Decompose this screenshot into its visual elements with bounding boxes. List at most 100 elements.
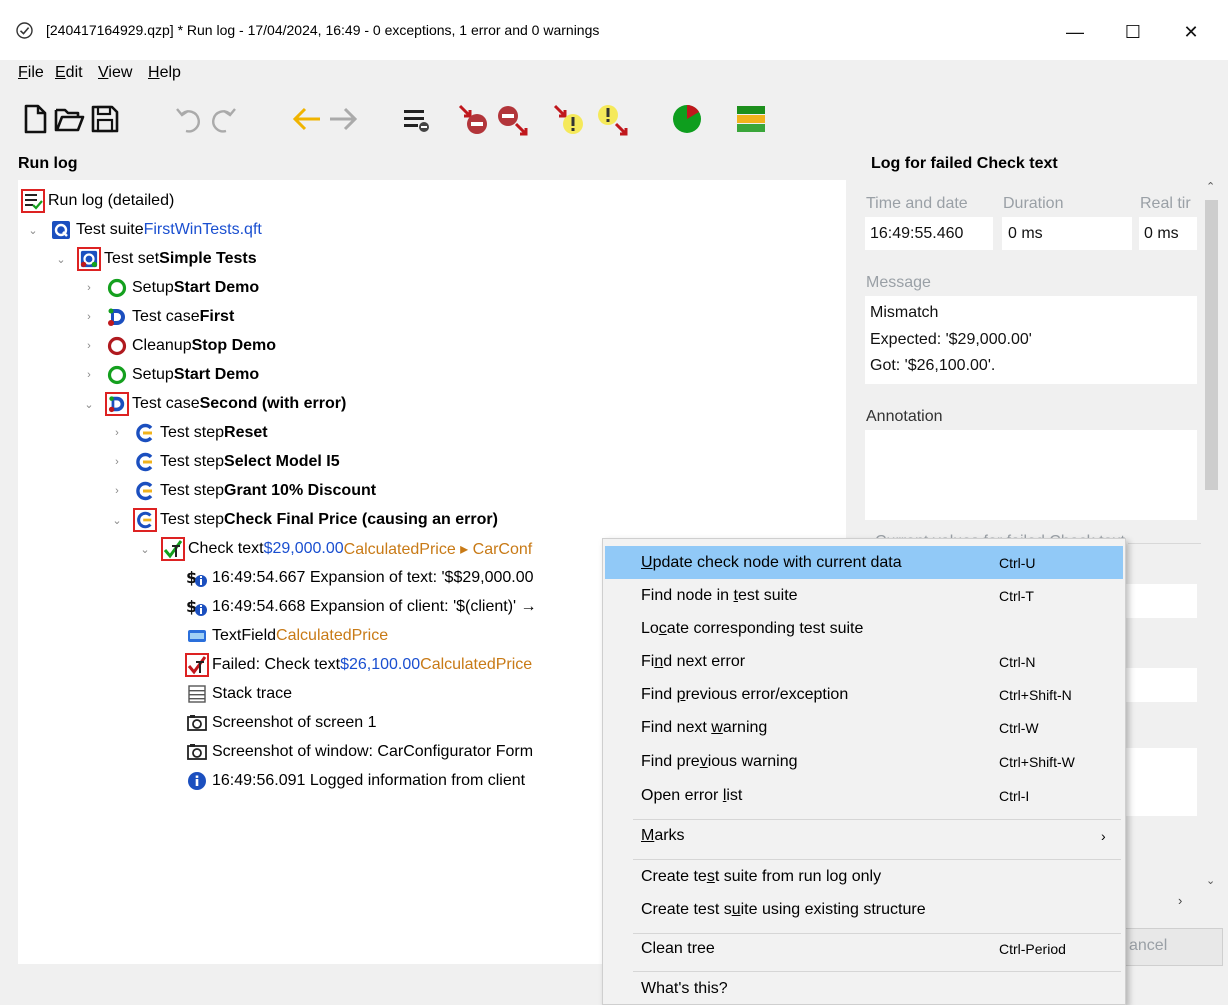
current-value-field[interactable] xyxy=(1120,584,1197,618)
tree-label: Run log (detailed) xyxy=(48,192,175,209)
forward-arrow-icon[interactable] xyxy=(326,102,360,136)
close-button[interactable]: ✕ xyxy=(1168,14,1214,50)
tree-row-setup-2[interactable]: › Setup Start Demo xyxy=(82,362,259,388)
chevron-down-icon[interactable]: ⌄ xyxy=(82,398,96,411)
close-icon: ✕ xyxy=(1183,21,1199,42)
realtime-value: 0 ms xyxy=(1144,225,1179,242)
annotation-field[interactable] xyxy=(865,430,1197,520)
suite-file-link: FirstWinTests.qft xyxy=(143,221,262,238)
open-folder-icon[interactable] xyxy=(52,102,86,136)
chevron-down-icon[interactable]: ⌄ xyxy=(54,253,68,266)
tree-row-step-select-model[interactable]: › Test step Select Model I5 xyxy=(110,449,340,475)
new-file-icon[interactable] xyxy=(18,102,52,136)
camera-icon xyxy=(186,712,208,734)
pie-chart-icon[interactable] xyxy=(670,102,704,136)
notes-field[interactable] xyxy=(1120,748,1197,816)
previous-warning-icon[interactable] xyxy=(594,102,628,136)
tree-row-logged-info[interactable]: 16:49:56.091 Logged information from cli… xyxy=(186,768,525,794)
expected-value-field[interactable] xyxy=(1120,668,1197,702)
realtime-label: Real tir xyxy=(1140,195,1191,212)
maximize-button[interactable]: ☐ xyxy=(1110,14,1156,50)
setup-icon xyxy=(106,277,128,299)
menu-view[interactable]: View xyxy=(98,64,132,82)
vertical-scrollbar[interactable]: ⌃ ⌄ xyxy=(1201,180,1222,905)
tree-row-test-suite[interactable]: ⌄ Test suite FirstWinTests.qft xyxy=(26,217,262,243)
test-step-icon xyxy=(134,451,156,473)
tree-row-stack-trace[interactable]: Stack trace xyxy=(186,681,292,707)
undo-icon[interactable] xyxy=(172,102,206,136)
menu-find-previous-error[interactable]: Find previous error/exception Ctrl+Shift… xyxy=(605,678,1123,711)
menu-help[interactable]: Help xyxy=(148,64,181,82)
scrollbar-thumb[interactable] xyxy=(1205,200,1218,490)
chevron-right-icon[interactable]: › xyxy=(82,282,96,294)
menu-update-check-node[interactable]: Update check node with current data Ctrl… xyxy=(605,546,1123,579)
previous-error-icon[interactable] xyxy=(494,102,528,136)
next-error-icon[interactable] xyxy=(456,102,490,136)
chevron-down-icon[interactable]: ⌄ xyxy=(138,543,152,556)
time-value: 16:49:55.460 xyxy=(870,225,964,242)
scroll-up-icon[interactable]: ⌃ xyxy=(1206,180,1215,193)
chevron-right-icon[interactable]: › xyxy=(110,427,124,439)
cancel-button[interactable]: ancel xyxy=(1124,928,1223,966)
tree-row-setup[interactable]: › Setup Start Demo xyxy=(82,275,259,301)
menu-find-previous-warning[interactable]: Find previous warning Ctrl+Shift-W xyxy=(605,745,1123,778)
tree-row-test-case-second[interactable]: ⌄ Test case Second (with error) xyxy=(82,391,346,417)
menu-edit[interactable]: Edit xyxy=(55,64,83,82)
chevron-right-icon[interactable]: › xyxy=(82,340,96,352)
chevron-right-icon[interactable]: › xyxy=(110,485,124,497)
minimize-icon: — xyxy=(1066,21,1084,42)
tree-row-expansion-client[interactable]: $ 16:49:54.668 Expansion of client: '$(c… xyxy=(186,594,537,620)
tree-row-test-set[interactable]: ⌄ Test set Simple Tests xyxy=(54,246,257,272)
menu-find-next-error[interactable]: Find next error Ctrl-N xyxy=(605,645,1123,678)
tree-row-run-log[interactable]: Run log (detailed) xyxy=(21,188,175,214)
chevron-right-icon[interactable]: › xyxy=(82,369,96,381)
menu-file[interactable]: File xyxy=(18,64,44,82)
menu-find-next-warning[interactable]: Find next warning Ctrl-W xyxy=(605,711,1123,744)
tree-row-screenshot-window[interactable]: Screenshot of window: CarConfigurator Fo… xyxy=(186,739,533,765)
duration-value: 0 ms xyxy=(1008,225,1043,242)
tree-row-check-text[interactable]: ⌄ Check text $29,000.00 CalculatedPrice … xyxy=(138,536,532,562)
svg-text:$: $ xyxy=(186,597,197,616)
menu-open-error-list[interactable]: Open error list Ctrl-I xyxy=(605,779,1123,812)
tree-row-step-check-price[interactable]: ⌄ Test step Check Final Price (causing a… xyxy=(110,507,498,533)
chevron-down-icon[interactable]: ⌄ xyxy=(110,514,124,527)
next-warning-icon[interactable] xyxy=(552,102,586,136)
chevron-right-icon[interactable]: › xyxy=(110,456,124,468)
variable-info-icon: $ xyxy=(186,567,208,589)
svg-text:$: $ xyxy=(186,568,197,587)
run-log-heading: Run log xyxy=(18,155,78,172)
chevron-right-icon[interactable]: › xyxy=(82,311,96,323)
app-check-icon xyxy=(16,22,33,39)
menu-create-from-log[interactable]: Create test suite from run log only xyxy=(605,860,1123,893)
test-case-icon xyxy=(106,306,128,328)
menu-whats-this[interactable]: What's this? xyxy=(605,972,1123,1005)
menu-find-node[interactable]: Find node in test suite Ctrl-T xyxy=(605,579,1123,612)
tree-row-cleanup[interactable]: › Cleanup Stop Demo xyxy=(82,333,276,359)
tree-row-step-reset[interactable]: › Test step Reset xyxy=(110,420,268,446)
minimize-button[interactable]: — xyxy=(1052,14,1098,50)
color-bar-icon[interactable] xyxy=(734,102,768,136)
test-set-icon xyxy=(77,247,101,271)
tree-row-failed-check[interactable]: Failed: Check text $26,100.00 Calculated… xyxy=(185,652,532,678)
back-arrow-icon[interactable] xyxy=(290,102,324,136)
duration-label: Duration xyxy=(1003,195,1064,212)
message-label: Message xyxy=(866,274,931,291)
tree-row-expansion-text[interactable]: $ 16:49:54.667 Expansion of text: '$$29,… xyxy=(186,565,534,591)
scroll-right-icon[interactable]: › xyxy=(1178,893,1182,908)
menu-create-existing[interactable]: Create test suite using existing structu… xyxy=(605,893,1123,926)
info-icon xyxy=(186,770,208,792)
tree-row-textfield[interactable]: TextField CalculatedPrice xyxy=(186,623,388,649)
textfield-icon xyxy=(186,625,208,647)
chevron-down-icon[interactable]: ⌄ xyxy=(26,224,40,237)
test-step-icon xyxy=(134,480,156,502)
tree-row-test-case-first[interactable]: › Test case First xyxy=(82,304,234,330)
tree-row-step-discount[interactable]: › Test step Grant 10% Discount xyxy=(110,478,376,504)
tree-row-screenshot-screen[interactable]: Screenshot of screen 1 xyxy=(186,710,377,736)
menu-locate-suite[interactable]: Locate corresponding test suite xyxy=(605,612,1123,645)
menu-clean-tree[interactable]: Clean tree Ctrl-Period xyxy=(605,932,1123,965)
scroll-down-icon[interactable]: ⌄ xyxy=(1206,874,1215,887)
save-icon[interactable] xyxy=(88,102,122,136)
redo-icon[interactable] xyxy=(206,102,240,136)
collapse-list-icon[interactable] xyxy=(400,102,434,136)
menu-marks[interactable]: Marks › xyxy=(605,819,1123,852)
